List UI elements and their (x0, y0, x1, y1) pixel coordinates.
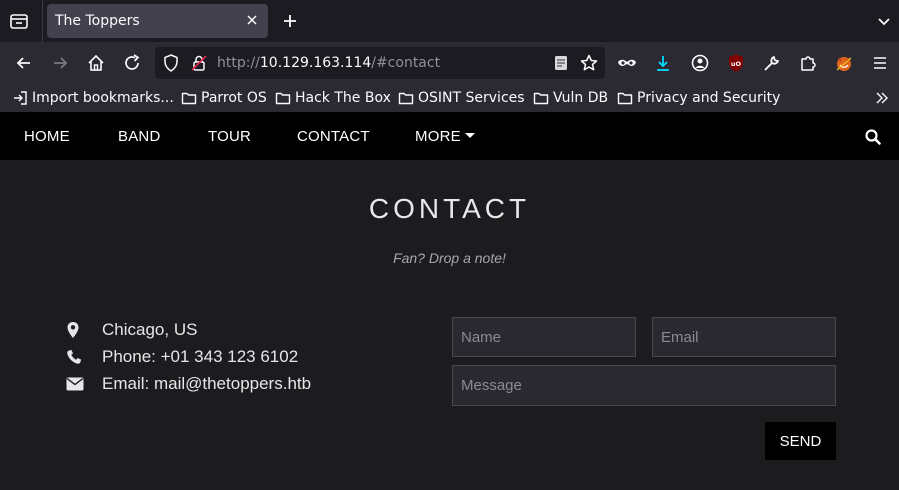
nav-more-dropdown[interactable]: MORE (415, 128, 475, 145)
chevron-down-icon[interactable] (874, 11, 894, 31)
download-icon[interactable] (652, 52, 674, 74)
wrench-icon[interactable] (761, 52, 783, 74)
extensions-puzzle-icon[interactable] (797, 52, 819, 74)
bookmark-folder-vulndb[interactable]: Vuln DB (533, 88, 608, 108)
contact-email: Email: mail@thetoppers.htb (66, 374, 311, 394)
folder-icon (275, 92, 291, 105)
home-icon[interactable] (85, 52, 107, 74)
reader-view-icon[interactable] (551, 53, 571, 77)
tab-active[interactable]: The Toppers (47, 4, 268, 38)
bookmark-folder-osint[interactable]: OSINT Services (398, 88, 525, 108)
plus-icon[interactable] (280, 11, 300, 31)
nav-contact[interactable]: CONTACT (297, 128, 370, 145)
bookmark-label: Parrot OS (201, 90, 267, 106)
site-navbar: HOME BAND TOUR CONTACT MORE (0, 112, 899, 160)
envelope-icon (66, 377, 102, 391)
email-text: Email: mail@thetoppers.htb (102, 374, 312, 393)
reload-icon[interactable] (121, 52, 143, 74)
nav-band[interactable]: BAND (118, 128, 160, 145)
url-host: 10.129.163.114 (259, 55, 372, 71)
nav-more-label: MORE (415, 128, 461, 145)
contact-section: CONTACT Fan? Drop a note! Chicago, US Ph… (0, 160, 899, 490)
url-path: /#contact (371, 55, 441, 71)
name-field[interactable] (452, 317, 636, 357)
tab-separator (42, 0, 43, 42)
hamburger-menu-icon[interactable] (869, 52, 891, 74)
caret-down-icon (464, 133, 475, 138)
map-marker-icon (66, 321, 102, 339)
nav-tour[interactable]: TOUR (208, 128, 251, 145)
account-icon[interactable] (689, 52, 711, 74)
insecure-lock-icon[interactable] (189, 53, 209, 77)
url-bar[interactable]: http://10.129.163.114/#contact (155, 47, 605, 79)
message-field[interactable] (452, 365, 836, 406)
nav-toolbar: http://10.129.163.114/#contact uO (0, 42, 899, 84)
folder-icon (533, 92, 549, 105)
bookmark-label: Hack The Box (295, 90, 391, 106)
contact-phone: Phone: +01 343 123 6102 (66, 347, 298, 367)
bookmark-import[interactable]: Import bookmarks... (12, 88, 174, 108)
tab-title: The Toppers (55, 13, 140, 29)
section-heading: CONTACT (368, 193, 531, 224)
bookmark-folder-parrot[interactable]: Parrot OS (181, 88, 267, 108)
bookmark-label: Import bookmarks... (32, 90, 174, 106)
folder-icon (398, 92, 414, 105)
email-field[interactable] (652, 317, 836, 357)
section-tagline: Fan? Drop a note! (393, 250, 506, 266)
back-arrow-icon[interactable] (13, 52, 35, 74)
star-icon[interactable] (579, 53, 599, 77)
tab-strip: The Toppers (0, 0, 899, 42)
private-mask-icon[interactable] (616, 52, 638, 74)
search-icon[interactable] (864, 128, 882, 146)
foxyproxy-icon[interactable] (833, 52, 855, 74)
url-scheme: http:// (217, 55, 260, 71)
shield-icon[interactable] (161, 53, 181, 77)
folder-icon (617, 92, 633, 105)
bookmark-label: Vuln DB (553, 90, 609, 106)
contact-location: Chicago, US (66, 320, 197, 340)
bookmark-label: Privacy and Security (637, 90, 781, 106)
ublock-origin-icon[interactable]: uO (725, 52, 747, 74)
phone-icon (66, 349, 102, 365)
nav-home[interactable]: HOME (24, 128, 70, 145)
bookmark-label: OSINT Services (418, 90, 525, 106)
chevron-right-double-icon[interactable] (874, 88, 894, 108)
close-icon[interactable] (244, 12, 260, 28)
folder-icon (181, 92, 197, 105)
svg-text:uO: uO (731, 60, 742, 68)
send-button[interactable]: SEND (765, 422, 836, 460)
bookmark-folder-privacy[interactable]: Privacy and Security (617, 88, 780, 108)
location-text: Chicago, US (102, 320, 198, 339)
bookmark-folder-htb[interactable]: Hack The Box (275, 88, 391, 108)
import-icon (14, 91, 27, 105)
forward-arrow-icon[interactable] (49, 52, 71, 74)
url-text[interactable]: http://10.129.163.114/#contact (217, 55, 440, 71)
phone-text: Phone: +01 343 123 6102 (102, 347, 299, 366)
list-all-tabs-icon[interactable] (8, 10, 30, 32)
bookmarks-toolbar: Import bookmarks... Parrot OS Hack The B… (0, 84, 899, 112)
